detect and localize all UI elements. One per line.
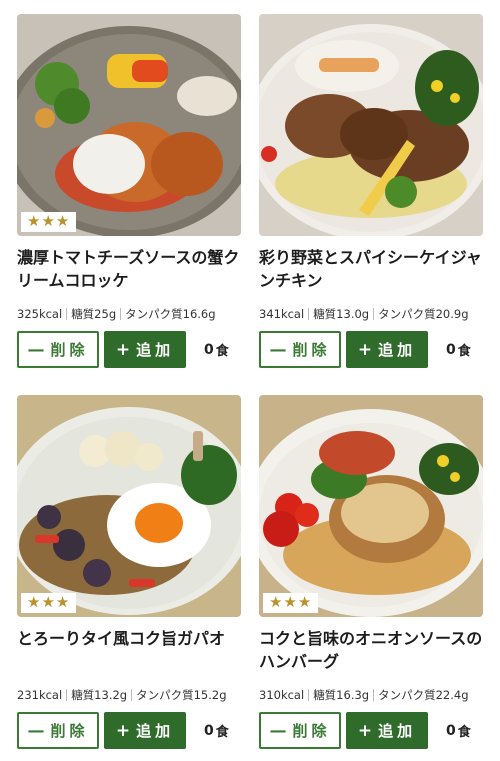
star-rating: ★★★ (21, 593, 77, 613)
protein-value: タンパク質16.6g (125, 307, 216, 321)
plus-icon: + (357, 339, 373, 360)
quantity-unit: 食 (457, 725, 471, 740)
carbs-value: 糖質13.2g (71, 688, 128, 702)
nutrition-info: 341kcal 糖質13.0g タンパク質20.9g (259, 306, 495, 322)
minus-icon: — (269, 339, 287, 360)
carbs-value: 糖質13.0g (313, 307, 370, 321)
carbs-value: 糖質25g (71, 307, 117, 321)
plus-icon: + (115, 339, 131, 360)
nutrition-info: 325kcal 糖質25g タンパク質16.6g (17, 306, 253, 322)
product-title[interactable]: 彩り野菜とスパイシーケイジャ ンチキン (259, 246, 489, 292)
kcal-value: 341kcal (259, 307, 305, 321)
product-title[interactable]: コクと旨味のオニオンソースの ハンバーグ (259, 627, 489, 673)
add-button[interactable]: + 追加 (104, 712, 186, 749)
add-label: 追加 (378, 341, 417, 359)
remove-button[interactable]: — 削除 (17, 331, 99, 368)
add-button[interactable]: + 追加 (346, 331, 428, 368)
divider (373, 308, 375, 320)
remove-button[interactable]: — 削除 (259, 712, 341, 749)
product-card: ★★★ とろーりタイ風コク旨ガパオ 231kcal 糖質13.2g タンパク質1… (17, 395, 241, 749)
quantity-value: 0 (204, 341, 214, 358)
nutrition-info: 231kcal 糖質13.2g タンパク質15.2g (17, 687, 253, 703)
plus-icon: + (115, 720, 131, 741)
product-title[interactable]: とろーりタイ風コク旨ガパオ (17, 627, 247, 650)
product-card: ★★★ 濃厚トマトチーズソースの蟹ク リームコロッケ 325kcal 糖質25g… (17, 14, 241, 368)
product-card: ★★★ コクと旨味のオニオンソースの ハンバーグ 310kcal 糖質16.3g… (259, 395, 483, 749)
quantity-unit: 食 (215, 344, 229, 359)
quantity-value: 0 (446, 722, 456, 739)
carbs-value: 糖質16.3g (313, 688, 370, 702)
divider (308, 689, 310, 701)
quantity-count: 0 食 (204, 712, 229, 749)
nutrition-info: 310kcal 糖質16.3g タンパク質22.4g (259, 687, 495, 703)
remove-label: 削除 (292, 722, 331, 740)
protein-value: タンパク質22.4g (378, 688, 469, 702)
remove-button[interactable]: — 削除 (17, 712, 99, 749)
product-card: 彩り野菜とスパイシーケイジャ ンチキン 341kcal 糖質13.0g タンパク… (259, 14, 483, 368)
product-title[interactable]: 濃厚トマトチーズソースの蟹ク リームコロッケ (17, 246, 247, 292)
product-photo[interactable] (259, 14, 483, 236)
add-button[interactable]: + 追加 (104, 331, 186, 368)
remove-label: 削除 (50, 722, 89, 740)
quantity-value: 0 (204, 722, 214, 739)
product-photo[interactable]: ★★★ (17, 395, 241, 617)
kcal-value: 325kcal (17, 307, 63, 321)
quantity-unit: 食 (457, 344, 471, 359)
star-rating: ★★★ (21, 212, 77, 232)
protein-value: タンパク質20.9g (378, 307, 469, 321)
star-rating: ★★★ (263, 593, 319, 613)
divider (308, 308, 310, 320)
kcal-value: 310kcal (259, 688, 305, 702)
minus-icon: — (27, 720, 45, 741)
minus-icon: — (27, 339, 45, 360)
quantity-count: 0 食 (204, 331, 229, 368)
quantity-unit: 食 (215, 725, 229, 740)
divider (66, 689, 68, 701)
remove-label: 削除 (292, 341, 331, 359)
add-label: 追加 (136, 341, 175, 359)
divider (131, 689, 133, 701)
product-photo[interactable]: ★★★ (259, 395, 483, 617)
quantity-value: 0 (446, 341, 456, 358)
plus-icon: + (357, 720, 373, 741)
quantity-count: 0 食 (446, 712, 471, 749)
add-label: 追加 (136, 722, 175, 740)
minus-icon: — (269, 720, 287, 741)
add-label: 追加 (378, 722, 417, 740)
product-photo[interactable]: ★★★ (17, 14, 241, 236)
remove-label: 削除 (50, 341, 89, 359)
add-button[interactable]: + 追加 (346, 712, 428, 749)
kcal-value: 231kcal (17, 688, 63, 702)
remove-button[interactable]: — 削除 (259, 331, 341, 368)
quantity-count: 0 食 (446, 331, 471, 368)
divider (66, 308, 68, 320)
divider (120, 308, 122, 320)
divider (373, 689, 375, 701)
protein-value: タンパク質15.2g (136, 688, 227, 702)
